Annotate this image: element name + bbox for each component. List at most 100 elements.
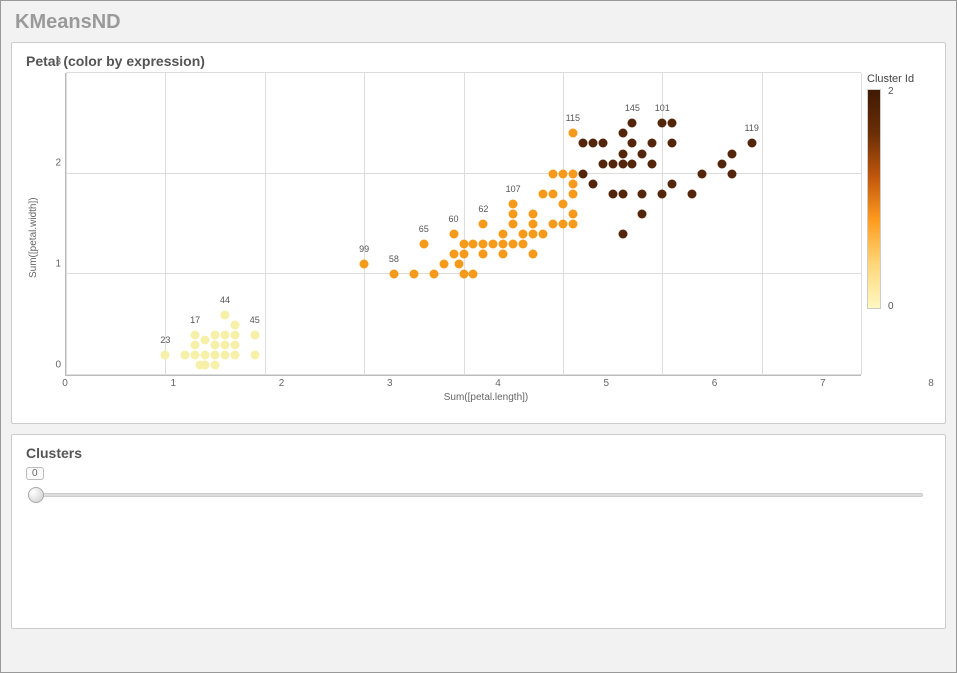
scatter-point[interactable] [459, 270, 468, 279]
scatter-point[interactable] [638, 209, 647, 218]
scatter-point[interactable] [598, 139, 607, 148]
scatter-point[interactable] [479, 240, 488, 249]
scatter-point[interactable] [548, 220, 557, 229]
scatter-point[interactable] [618, 159, 627, 168]
scatter-point[interactable] [548, 169, 557, 178]
scatter-point[interactable] [618, 230, 627, 239]
scatter-point[interactable] [648, 159, 657, 168]
scatter-point[interactable] [499, 230, 508, 239]
scatter-point[interactable] [648, 139, 657, 148]
scatter-point[interactable] [230, 320, 239, 329]
scatter-point[interactable] [717, 159, 726, 168]
scatter-point[interactable] [558, 169, 567, 178]
scatter-point[interactable] [568, 179, 577, 188]
scatter-point[interactable] [598, 159, 607, 168]
scatter-point[interactable] [529, 250, 538, 259]
scatter-point[interactable] [201, 350, 210, 359]
scatter-point[interactable] [628, 139, 637, 148]
scatter-point[interactable] [181, 350, 190, 359]
scatter-point[interactable] [578, 139, 587, 148]
scatter-point[interactable] [539, 189, 548, 198]
scatter-point[interactable] [469, 270, 478, 279]
scatter-point[interactable] [588, 139, 597, 148]
scatter-point[interactable] [529, 230, 538, 239]
scatter-point[interactable] [201, 360, 210, 369]
scatter-point[interactable] [250, 330, 259, 339]
scatter-point[interactable] [539, 230, 548, 239]
scatter-point[interactable] [618, 129, 627, 138]
scatter-point[interactable] [608, 159, 617, 168]
scatter-point[interactable] [628, 159, 637, 168]
scatter-point[interactable] [191, 330, 200, 339]
scatter-point[interactable] [499, 240, 508, 249]
scatter-point[interactable] [250, 350, 259, 359]
scatter-point[interactable] [558, 220, 567, 229]
scatter-point[interactable] [747, 139, 756, 148]
scatter-point[interactable] [479, 220, 488, 229]
scatter-point[interactable] [688, 189, 697, 198]
scatter-point[interactable] [454, 260, 463, 269]
scatter-point[interactable] [419, 240, 428, 249]
scatter-point[interactable] [519, 240, 528, 249]
scatter-point[interactable] [608, 189, 617, 198]
scatter-point[interactable] [221, 350, 230, 359]
scatter-point[interactable] [529, 220, 538, 229]
scatter-point[interactable] [509, 199, 518, 208]
scatter-point[interactable] [568, 129, 577, 138]
scatter-point[interactable] [727, 169, 736, 178]
scatter-point[interactable] [459, 240, 468, 249]
scatter-point[interactable] [638, 189, 647, 198]
scatter-point[interactable] [548, 189, 557, 198]
slider[interactable] [26, 485, 931, 505]
scatter-point[interactable] [638, 149, 647, 158]
scatter-point[interactable] [360, 260, 369, 269]
scatter-point[interactable] [211, 340, 220, 349]
scatter-point[interactable] [161, 350, 170, 359]
scatter-point[interactable] [439, 260, 448, 269]
scatter-point[interactable] [658, 189, 667, 198]
scatter-point[interactable] [727, 149, 736, 158]
scatter-plot[interactable]: 231744459958656062107115145101119 [65, 73, 861, 376]
scatter-point[interactable] [449, 230, 458, 239]
scatter-point[interactable] [568, 220, 577, 229]
scatter-point[interactable] [588, 179, 597, 188]
scatter-point[interactable] [211, 330, 220, 339]
scatter-point[interactable] [668, 119, 677, 128]
scatter-point[interactable] [459, 250, 468, 259]
scatter-point[interactable] [230, 330, 239, 339]
scatter-point[interactable] [230, 340, 239, 349]
scatter-point[interactable] [698, 169, 707, 178]
scatter-point[interactable] [658, 119, 667, 128]
scatter-point[interactable] [618, 149, 627, 158]
scatter-point[interactable] [230, 350, 239, 359]
scatter-point[interactable] [221, 310, 230, 319]
scatter-point[interactable] [221, 330, 230, 339]
scatter-point[interactable] [389, 270, 398, 279]
scatter-point[interactable] [201, 335, 210, 344]
scatter-point[interactable] [568, 189, 577, 198]
slider-thumb[interactable] [28, 487, 44, 503]
scatter-point[interactable] [509, 209, 518, 218]
scatter-point[interactable] [558, 199, 567, 208]
scatter-point[interactable] [628, 119, 637, 128]
scatter-point[interactable] [509, 220, 518, 229]
scatter-point[interactable] [568, 169, 577, 178]
scatter-point[interactable] [429, 270, 438, 279]
scatter-point[interactable] [221, 340, 230, 349]
scatter-point[interactable] [211, 360, 220, 369]
scatter-point[interactable] [568, 209, 577, 218]
scatter-point[interactable] [578, 169, 587, 178]
scatter-point[interactable] [618, 189, 627, 198]
scatter-point[interactable] [409, 270, 418, 279]
scatter-point[interactable] [519, 230, 528, 239]
scatter-point[interactable] [449, 250, 458, 259]
scatter-point[interactable] [479, 250, 488, 259]
scatter-point[interactable] [469, 240, 478, 249]
scatter-point[interactable] [668, 179, 677, 188]
scatter-point[interactable] [191, 350, 200, 359]
scatter-point[interactable] [509, 240, 518, 249]
scatter-point[interactable] [191, 340, 200, 349]
scatter-point[interactable] [211, 350, 220, 359]
scatter-point[interactable] [668, 139, 677, 148]
scatter-point[interactable] [529, 209, 538, 218]
